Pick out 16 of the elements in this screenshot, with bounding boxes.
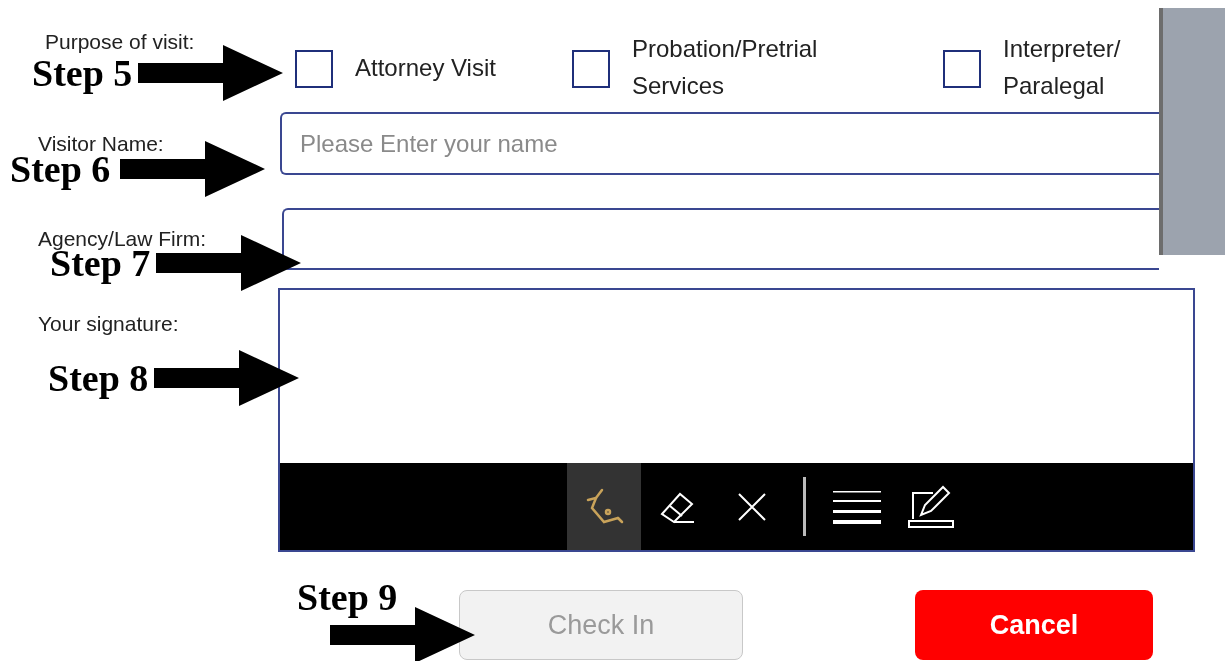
checkbox-label: Attorney Visit bbox=[355, 53, 496, 83]
cancel-button[interactable]: Cancel bbox=[915, 590, 1153, 660]
checkbox[interactable] bbox=[572, 50, 610, 88]
step-label: Step 5 bbox=[32, 52, 133, 95]
step-label: Step 8 bbox=[48, 356, 149, 400]
field-label: Your signature: bbox=[38, 312, 179, 336]
signature-pad[interactable] bbox=[278, 288, 1195, 552]
checkbox[interactable] bbox=[295, 50, 333, 88]
pencil-icon bbox=[907, 484, 955, 529]
input-field[interactable] bbox=[282, 208, 1159, 270]
input-field[interactable]: Please Enter your name bbox=[280, 112, 1159, 175]
field-label: Purpose of visit: bbox=[45, 30, 195, 54]
checkbox-label: Interpreter/ Paralegal bbox=[1003, 34, 1122, 101]
checkbox[interactable] bbox=[943, 50, 981, 88]
checkbox-label: Probation/Pretrial Services bbox=[632, 34, 819, 101]
step-label: Step 9 bbox=[297, 575, 398, 619]
